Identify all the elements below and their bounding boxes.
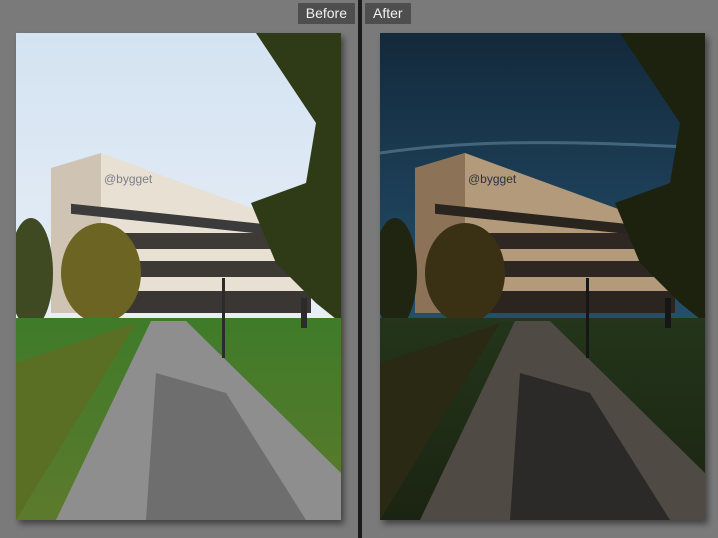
before-photo[interactable]: @bygget (16, 33, 341, 520)
after-panel: After @bygget (362, 0, 718, 538)
after-label: After (365, 3, 411, 24)
after-photo-image: @bygget (380, 33, 705, 520)
after-photo[interactable]: @bygget (380, 33, 705, 520)
building-sign: @bygget (468, 172, 517, 186)
building-sign: @bygget (104, 172, 153, 186)
before-label: Before (297, 3, 355, 24)
before-photo-image: @bygget (16, 33, 341, 520)
before-panel: Before @bygget (0, 0, 358, 538)
